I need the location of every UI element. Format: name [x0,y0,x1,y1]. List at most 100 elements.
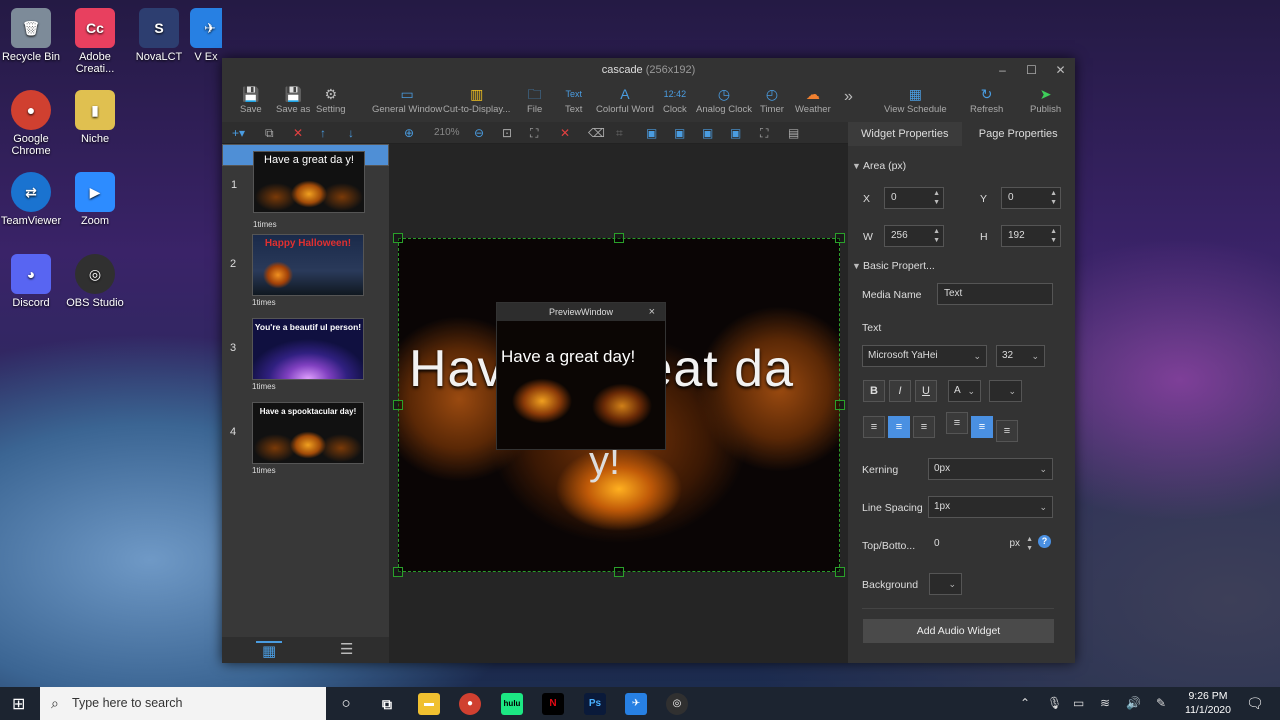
file-button[interactable]: 🗀 File [527,84,542,115]
publish-button[interactable]: ➤ Publish [1030,84,1061,115]
spinner-arrows[interactable]: ▲ ▼ [933,189,940,207]
tab-page-properties[interactable]: Page Properties [962,122,1076,146]
desktop-icon-teamviewer[interactable]: ⇄ TeamViewer [0,172,62,227]
background-color-select[interactable]: ⌄ [989,380,1022,402]
spinner-arrows[interactable]: ▲ ▼ [1050,227,1057,245]
zoom-in-icon[interactable]: ⊕ [404,125,414,141]
send-back-icon[interactable]: ▣ [730,125,741,141]
general-window-button[interactable]: ▭ General Window [372,84,442,115]
page-item[interactable]: 1 Have a great da y! 1times [222,144,389,229]
valign-top-button[interactable]: ≡ [946,412,968,434]
cortana-icon[interactable]: ○ [335,693,357,715]
photoshop-icon[interactable]: Ps [584,693,606,715]
desktop-icon-chrome[interactable]: ● Google Chrome [0,90,62,157]
add-page-button[interactable]: +▾ [232,125,245,141]
more-tools-button[interactable]: » [844,88,853,106]
crop-icon[interactable]: ⌗ [616,125,623,141]
desktop-icon-zoom[interactable]: ▶ Zoom [64,172,126,227]
netflix-icon[interactable]: N [542,693,564,715]
preview-title-bar[interactable]: PreviewWindow × [497,303,665,321]
chevron-down-icon[interactable]: ▼ [852,161,861,171]
task-view-icon[interactable]: ⧉ [376,693,398,715]
resize-handle[interactable] [835,400,845,410]
actual-size-icon[interactable]: ⊡ [502,125,512,141]
cut-to-display-button[interactable]: ▥ Cut-to-Display... [443,84,510,115]
preview-window[interactable]: PreviewWindow × Have a great day! [496,302,666,450]
layer-down-icon[interactable]: ▣ [674,125,685,141]
hulu-icon[interactable]: hulu [501,693,523,715]
desktop-icon-obs[interactable]: ◎ OBS Studio [64,254,126,309]
desktop-icon-vex[interactable]: ✈ V Ex [190,8,222,63]
desktop-icon-novalct[interactable]: S NovaLCT [128,8,190,63]
wifi-icon[interactable]: ≋ [1100,687,1110,720]
copy-page-icon[interactable]: ⧉ [265,125,274,141]
align-center-button[interactable]: ≡ [888,416,910,438]
page-item[interactable]: 3 You're a beautif ul person! 1times [222,312,389,392]
resize-handle[interactable] [614,567,624,577]
close-button[interactable]: ✕ [1046,58,1075,82]
bold-button[interactable]: B [863,380,885,402]
resize-handle[interactable] [835,567,845,577]
windows-start-icon[interactable]: ⊞ [12,694,25,714]
spinner-arrows[interactable]: ▲ ▼ [933,227,940,245]
view-schedule-button[interactable]: ▦ View Schedule [884,84,947,115]
media-name-input[interactable]: Text [937,283,1053,305]
pen-icon[interactable]: ✎ [1156,687,1166,720]
page-item[interactable]: 2 Happy Halloween! 1times [222,228,389,308]
clock-display[interactable]: 9:26 PM 11/1/2020 [1182,689,1234,717]
valign-bottom-button[interactable]: ≡ [996,420,1018,442]
battery-icon[interactable]: ▭ [1073,687,1084,720]
add-audio-widget-button[interactable]: Add Audio Widget [863,619,1054,643]
notifications-icon[interactable]: 🗨 [1246,687,1264,720]
resize-handle[interactable] [835,233,845,243]
delete-widget-icon[interactable]: ✕ [560,125,570,141]
move-down-icon[interactable]: ↓ [348,125,354,141]
obs-taskbar-icon[interactable]: ◎ [666,693,688,715]
desktop-icon-recycle-bin[interactable]: 🗑 Recycle Bin [0,8,62,63]
top-bottom-input[interactable]: 0 px ▲ ▼ [928,534,1036,556]
resize-handle[interactable] [614,233,624,243]
desktop-icon-niche[interactable]: ▮ Niche [64,90,126,145]
minimize-button[interactable]: – [988,58,1017,82]
weather-button[interactable]: ☁ Weather [795,84,831,115]
help-icon[interactable]: ? [1038,535,1051,548]
clock-button[interactable]: 12:42 Clock [663,84,687,115]
file-explorer-icon[interactable]: ▬ [418,693,440,715]
background-select[interactable]: ⌄ [929,573,962,595]
setting-button[interactable]: ⚙ Setting [316,84,346,115]
save-as-button[interactable]: 💾 Save as [276,84,310,115]
preview-close-icon[interactable]: × [649,303,655,321]
clear-icon[interactable]: ⌫ [588,125,605,141]
analog-clock-button[interactable]: ◷ Analog Clock [696,84,752,115]
font-size-select[interactable]: 32 ⌄ [996,345,1045,367]
volume-icon[interactable]: 🔊 [1126,687,1141,720]
line-spacing-select[interactable]: 1px ⌄ [928,496,1053,518]
colorful-word-button[interactable]: A Colorful Word [596,84,654,115]
desktop-icon-discord[interactable]: ◕ Discord [0,254,62,309]
underline-button[interactable]: U [915,380,937,402]
valign-middle-button[interactable]: ≡ [971,416,993,438]
vex-taskbar-icon[interactable]: ✈ [625,693,647,715]
move-up-icon[interactable]: ↑ [320,125,326,141]
y-input[interactable]: 0 ▲ ▼ [1001,187,1061,209]
delete-page-icon[interactable]: ✕ [293,125,303,141]
align-left-button[interactable]: ≡ [863,416,885,438]
x-input[interactable]: 0 ▲ ▼ [884,187,944,209]
grid-view-icon[interactable]: ▦ [256,641,283,661]
page-item[interactable]: 4 Have a spooktacular day! 1times [222,396,389,476]
h-input[interactable]: 192 ▲ ▼ [1001,225,1061,247]
desktop-icon-adobe[interactable]: Cc Adobe Creati... [64,8,126,75]
timer-button[interactable]: ◴ Timer [760,84,784,115]
tab-widget-properties[interactable]: Widget Properties [848,122,962,146]
resize-handle[interactable] [393,233,403,243]
spinner-arrows[interactable]: ▲ ▼ [1026,535,1033,553]
zoom-out-icon[interactable]: ⊖ [474,125,484,141]
spinner-arrows[interactable]: ▲ ▼ [1050,189,1057,207]
text-button[interactable]: Text Text [565,84,582,115]
align-icon[interactable]: ▤ [788,125,799,141]
tray-chevron-icon[interactable]: ⌃ [1020,687,1030,720]
font-select[interactable]: Microsoft YaHei ⌄ [862,345,987,367]
kerning-select[interactable]: 0px ⌄ [928,458,1053,480]
chrome-taskbar-icon[interactable]: ● [459,693,481,715]
bring-front-icon[interactable]: ▣ [702,125,713,141]
